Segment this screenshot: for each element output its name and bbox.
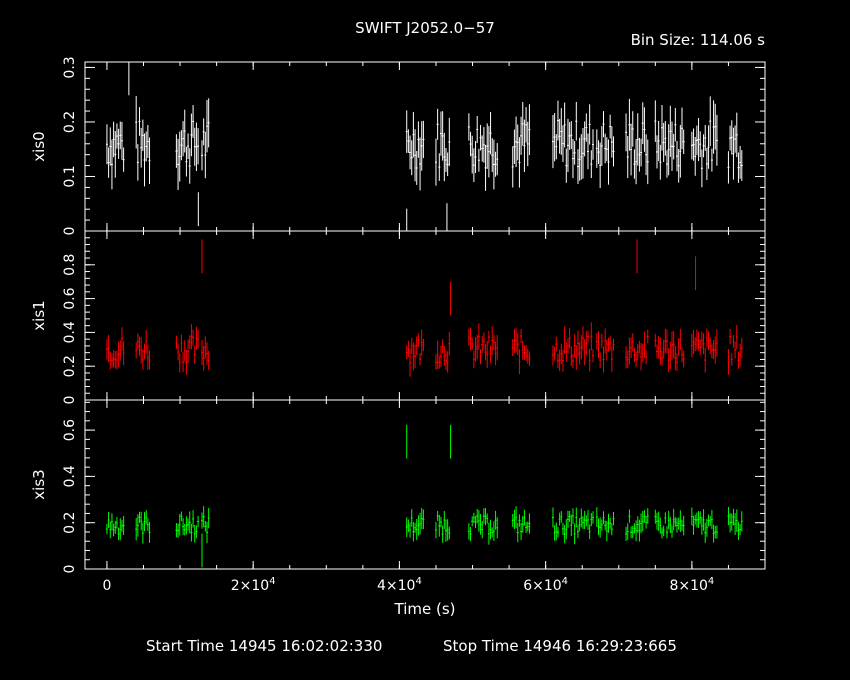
x-tick-exponent: 4 — [562, 576, 568, 587]
x-tick-label: 8×104 — [669, 576, 714, 594]
x-axis-label: Time (s) — [394, 600, 456, 618]
x-tick-label: 4×104 — [377, 576, 422, 594]
chart-background — [0, 0, 850, 680]
panel-ylabel: xis1 — [30, 300, 48, 330]
panel-ylabel: xis0 — [30, 131, 48, 161]
chart-title: SWIFT J2052.0−57 — [355, 19, 495, 37]
y-tick-label: 0.4 — [62, 321, 78, 343]
x-tick-exponent: 4 — [708, 576, 714, 587]
y-tick-label: 0.1 — [62, 165, 78, 187]
bin-size-label: Bin Size: 114.06 s — [631, 31, 766, 49]
y-tick-label: 0.3 — [62, 56, 78, 78]
x-tick-mantissa: 6×10 — [523, 578, 561, 594]
y-tick-label: 0 — [62, 565, 78, 574]
x-tick-mantissa: 2×10 — [231, 578, 269, 594]
x-tick-exponent: 4 — [415, 576, 421, 587]
y-tick-label: 0.4 — [62, 465, 78, 487]
light-curve-chart: SWIFT J2052.0−57 Bin Size: 114.06 s 0 0.1… — [0, 0, 850, 680]
stop-time-label: Stop Time 14946 16:29:23:665 — [443, 637, 677, 655]
x-tick-mantissa: 8×10 — [669, 578, 707, 594]
start-time-label: Start Time 14945 16:02:02:330 — [146, 637, 382, 655]
y-tick-label: 0.6 — [62, 419, 78, 441]
x-tick-label: 2×104 — [231, 576, 276, 594]
x-tick-exponent: 4 — [269, 576, 275, 587]
y-tick-label: 0.2 — [62, 355, 78, 377]
y-tick-label: 0.8 — [62, 254, 78, 276]
y-tick-label: 0.2 — [62, 512, 78, 534]
y-tick-label: 0 — [62, 227, 78, 236]
x-tick-label: 0 — [102, 578, 111, 594]
x-tick-mantissa: 4×10 — [377, 578, 415, 594]
panel-ylabel: xis3 — [30, 469, 48, 499]
y-tick-label: 0 — [62, 396, 78, 405]
y-tick-label: 0.2 — [62, 111, 78, 133]
x-tick-label: 6×104 — [523, 576, 568, 594]
y-tick-label: 0.6 — [62, 287, 78, 309]
x-tick-mantissa: 0 — [102, 578, 111, 594]
